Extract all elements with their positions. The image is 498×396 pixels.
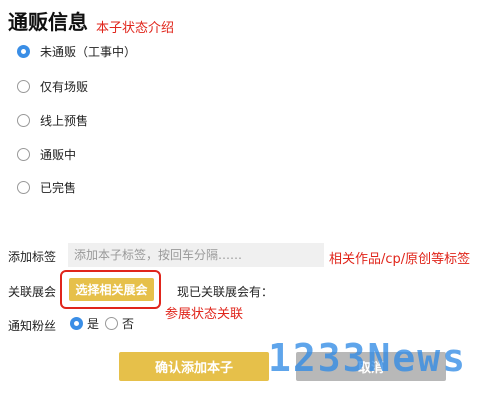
tags-input[interactable] <box>68 243 324 267</box>
status-option-0[interactable]: 未通贩（工事中） <box>17 41 136 61</box>
status-option-label: 已完售 <box>40 180 77 195</box>
cancel-button[interactable]: 取消 <box>296 352 446 381</box>
event-annotation: 参展状态关联 <box>165 307 244 322</box>
radio-checked-icon[interactable] <box>17 44 30 58</box>
radio-unchecked-icon[interactable] <box>17 113 30 127</box>
confirm-button[interactable]: 确认添加本子 <box>119 352 269 381</box>
notify-yes-label: 是 <box>87 317 100 331</box>
current-events-label: 现已关联展会有： <box>177 285 274 299</box>
tags-label: 添加标签 <box>8 250 57 264</box>
radio-unchecked-icon[interactable] <box>17 79 30 93</box>
notify-radio-group: 是 否 <box>70 315 140 332</box>
status-option-label: 通贩中 <box>40 147 77 162</box>
notify-no-label: 否 <box>122 317 135 331</box>
tags-annotation: 相关作品/cp/原创等标签 <box>329 252 471 267</box>
status-option-label: 未通贩（工事中） <box>40 44 137 59</box>
title-annotation: 本子状态介绍 <box>96 21 175 36</box>
status-option-2[interactable]: 线上预售 <box>17 110 88 130</box>
radio-unchecked-icon[interactable] <box>17 147 30 161</box>
status-option-label: 线上预售 <box>40 113 89 128</box>
select-event-button[interactable]: 选择相关展会 <box>69 278 154 301</box>
radio-unchecked-icon[interactable] <box>105 317 119 330</box>
status-option-3[interactable]: 通贩中 <box>17 144 76 164</box>
related-event-label: 关联展会 <box>8 285 57 299</box>
status-option-4[interactable]: 已完售 <box>17 177 76 197</box>
status-option-1[interactable]: 仅有场贩 <box>17 76 88 96</box>
radio-unchecked-icon[interactable] <box>17 180 30 194</box>
radio-checked-icon[interactable] <box>70 317 83 330</box>
section-title: 通贩信息 <box>8 10 88 34</box>
status-option-label: 仅有场贩 <box>40 79 89 94</box>
notify-label: 通知粉丝 <box>8 319 57 333</box>
